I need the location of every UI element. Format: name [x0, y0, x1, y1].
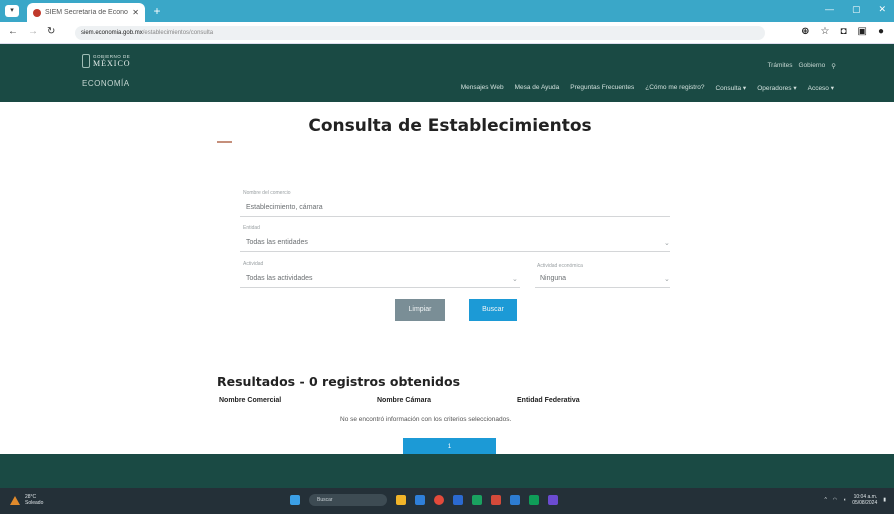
title-accent: [217, 141, 232, 143]
nav-consulta[interactable]: Consulta ▾: [715, 84, 746, 92]
maximize-button[interactable]: ▢: [852, 4, 861, 15]
scian-underline: [535, 287, 670, 288]
bookmark-star-icon[interactable]: ☆: [820, 26, 829, 37]
url-host: siem.economia.gob.mx: [81, 30, 143, 36]
browser-tab-bar: ▾ SIEM Secretaría de Economía ✕ + — ▢ ✕: [0, 0, 894, 22]
clock-date: 05/08/2024: [852, 500, 878, 506]
search-button[interactable]: Buscar: [469, 299, 517, 321]
state-select[interactable]: Todas las entidades: [246, 239, 308, 246]
name-input[interactable]: Establecimiento, cámara: [246, 204, 323, 211]
url-field[interactable]: siem.economia.gob.mx/establecimientos/co…: [75, 26, 765, 40]
reload-icon[interactable]: ↻: [47, 26, 55, 37]
header-top-links: Trámites Gobierno ⚲: [767, 62, 836, 70]
col-header-nombre-comercial: Nombre Comercial: [219, 397, 282, 404]
powerpoint-icon[interactable]: [491, 495, 501, 505]
col-header-nombre-camara: Nombre Cámara: [377, 397, 432, 404]
nav-acceso[interactable]: Acceso ▾: [808, 84, 834, 92]
empty-results-message: No se encontró información con los crite…: [340, 416, 512, 423]
chrome-icon[interactable]: [434, 495, 444, 505]
nav-operadores[interactable]: Operadores ▾: [757, 84, 796, 92]
weather-warning-icon: [10, 495, 20, 505]
url-path: /establecimientos/consulta: [142, 30, 214, 36]
back-arrow-icon[interactable]: ←: [8, 26, 18, 37]
store-icon[interactable]: [415, 495, 425, 505]
gov-emblem-icon: [82, 54, 90, 68]
taskbar: 28°C Soleado Buscar ^ ◠ ◖ 10:04 a.m. 05/…: [0, 488, 894, 514]
site-header: GOBIERNO DE MÉXICO ECONOMÍA Trámites Gob…: [0, 44, 894, 102]
address-bar-row: ← → ↻ siem.economia.gob.mx/establecimien…: [0, 22, 894, 44]
taskbar-search[interactable]: Buscar: [309, 494, 387, 506]
nav-preguntas[interactable]: Preguntas Frecuentes: [570, 84, 634, 92]
nav-mesa-ayuda[interactable]: Mesa de Ayuda: [515, 84, 560, 92]
close-window-button[interactable]: ✕: [878, 4, 886, 15]
scian-label: Actividad económica: [537, 263, 583, 269]
new-tab-button[interactable]: +: [150, 5, 164, 17]
window-controls: — ▢ ✕: [825, 4, 886, 15]
weather-widget[interactable]: 28°C Soleado: [10, 494, 43, 506]
wifi-icon[interactable]: ◠: [833, 497, 837, 503]
scian-select[interactable]: Ninguna: [540, 275, 566, 282]
file-explorer-icon[interactable]: [396, 495, 406, 505]
tab-title: SIEM Secretaría de Economía: [45, 9, 128, 16]
excel-icon[interactable]: [472, 495, 482, 505]
toolbar-icons: ⊕ ☆ ◘ ▣ ●: [801, 26, 884, 37]
weather-desc: Soleado: [25, 500, 44, 506]
tab-list-button[interactable]: ▾: [5, 5, 19, 17]
header-search-icon[interactable]: ⚲: [831, 62, 836, 70]
name-underline: [240, 216, 670, 217]
minimize-button[interactable]: —: [825, 4, 834, 15]
app-icon[interactable]: [529, 495, 539, 505]
start-icon[interactable]: [290, 495, 300, 505]
volume-icon[interactable]: ◖: [843, 497, 846, 503]
page-title: Consulta de Establecimientos: [308, 116, 592, 136]
zoom-icon[interactable]: ⊕: [801, 26, 809, 37]
weather-text: 28°C Soleado: [25, 494, 43, 506]
activity-select[interactable]: Todas las actividades: [246, 275, 313, 282]
logo-mexico[interactable]: MÉXICO: [93, 59, 131, 68]
word-icon[interactable]: [510, 495, 520, 505]
system-tray: ^ ◠ ◖ 10:04 a.m. 05/08/2024 ▮: [824, 494, 886, 506]
col-header-entidad: Entidad Federativa: [517, 397, 580, 404]
logo-economia[interactable]: ECONOMÍA: [82, 79, 130, 88]
link-tramites[interactable]: Trámites: [767, 62, 792, 70]
browser-tab[interactable]: SIEM Secretaría de Economía ✕: [27, 3, 145, 22]
name-label: Nombre del comercio: [243, 190, 291, 196]
tray-chevron-icon[interactable]: ^: [824, 497, 826, 503]
site-footer: [0, 454, 894, 488]
state-label: Entidad: [243, 225, 260, 231]
clock[interactable]: 10:04 a.m. 05/08/2024: [852, 494, 877, 506]
site-favicon-icon: [33, 8, 41, 17]
main-nav: Mensajes Web Mesa de Ayuda Preguntas Fre…: [461, 84, 834, 92]
taskbar-icons: Buscar: [290, 494, 558, 506]
state-underline: [240, 251, 670, 252]
activity-chevron-down-icon[interactable]: ⌄: [512, 275, 518, 283]
activity-label: Actividad: [243, 261, 264, 267]
sidebar-icon[interactable]: ▣: [858, 26, 867, 37]
profile-icon[interactable]: ●: [878, 26, 884, 37]
nav-mensajes-web[interactable]: Mensajes Web: [461, 84, 504, 92]
activity-underline: [240, 287, 520, 288]
tab-close-icon[interactable]: ✕: [132, 8, 139, 17]
teams-icon[interactable]: [548, 495, 558, 505]
forward-arrow-icon[interactable]: →: [28, 26, 38, 37]
notification-icon[interactable]: ▮: [883, 497, 886, 503]
nav-registro[interactable]: ¿Cómo me registro?: [645, 84, 704, 92]
results-title: Resultados - 0 registros obtenidos: [217, 374, 461, 389]
link-gobierno[interactable]: Gobierno: [798, 62, 825, 70]
edge-icon[interactable]: [453, 495, 463, 505]
extension-icon[interactable]: ◘: [840, 26, 846, 37]
scian-chevron-down-icon[interactable]: ⌄: [664, 275, 670, 283]
clear-button[interactable]: Limpiar: [395, 299, 445, 321]
state-chevron-down-icon[interactable]: ⌄: [664, 239, 670, 247]
